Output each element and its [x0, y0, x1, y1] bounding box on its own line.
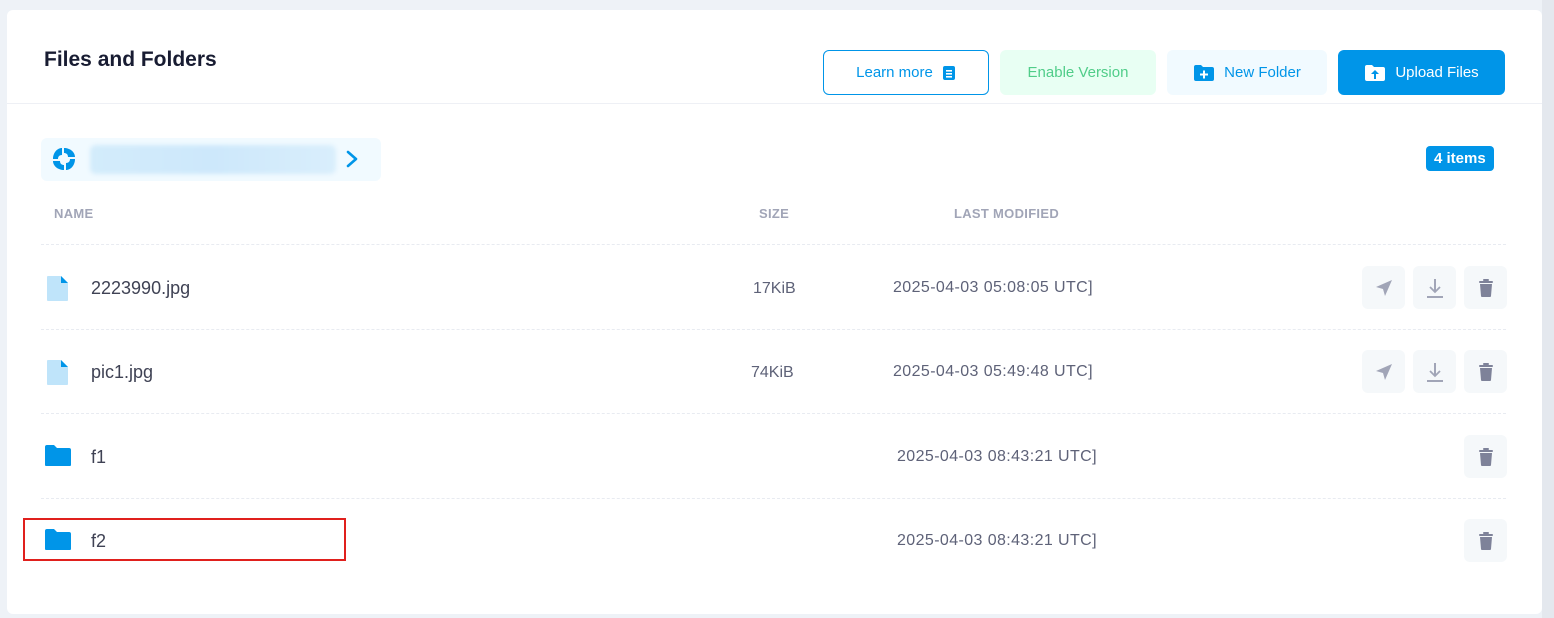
file-modified: 2025-04-03 05:08:05 UTC] [893, 279, 1093, 296]
learn-more-label: Learn more [856, 64, 933, 81]
card-header: Files and Folders Learn more Enable Vers… [7, 10, 1542, 104]
breadcrumb[interactable] [41, 138, 381, 181]
send-icon [1375, 363, 1392, 380]
folder-upload-icon [1365, 64, 1386, 81]
item-count-badge: 4 items [1426, 146, 1494, 171]
learn-more-button[interactable]: Learn more [823, 50, 989, 95]
table-row[interactable]: 2223990.jpg 17KiB 2025-04-03 05:08:05 UT… [41, 244, 1507, 329]
send-icon [1375, 279, 1392, 296]
table-row[interactable]: pic1.jpg 74KiB 2025-04-03 05:49:48 UTC] [41, 329, 1507, 414]
share-button[interactable] [1362, 350, 1405, 393]
trash-icon [1478, 447, 1493, 466]
file-icon [47, 276, 68, 301]
folder-modified: 2025-04-03 08:43:21 UTC] [897, 448, 1097, 465]
file-size: 17KiB [753, 280, 796, 297]
delete-button[interactable] [1464, 435, 1507, 478]
delete-button[interactable] [1464, 350, 1507, 393]
file-icon [47, 360, 68, 385]
table-row[interactable]: f1 2025-04-03 08:43:21 UTC] [41, 413, 1507, 498]
column-header-size: SIZE [759, 206, 790, 221]
trash-icon [1478, 531, 1493, 550]
new-folder-label: New Folder [1224, 64, 1301, 81]
upload-files-button[interactable]: Upload Files [1338, 50, 1505, 95]
folder-name[interactable]: f1 [91, 447, 106, 468]
trash-icon [1478, 362, 1493, 381]
breadcrumb-path[interactable] [90, 145, 336, 174]
selection-highlight [23, 518, 346, 561]
column-header-last-modified: LAST MODIFIED [954, 206, 1060, 221]
download-icon [1426, 362, 1443, 382]
page-title: Files and Folders [44, 48, 217, 71]
file-name[interactable]: pic1.jpg [91, 362, 153, 383]
upload-files-label: Upload Files [1395, 64, 1479, 81]
new-folder-button[interactable]: New Folder [1167, 50, 1327, 95]
enable-version-label: Enable Version [1027, 64, 1129, 81]
folder-modified: 2025-04-03 08:43:21 UTC] [897, 532, 1097, 549]
file-name[interactable]: 2223990.jpg [91, 278, 190, 299]
column-header-name: NAME [54, 206, 94, 221]
file-modified: 2025-04-03 05:49:48 UTC] [893, 363, 1093, 380]
delete-button[interactable] [1464, 266, 1507, 309]
chevron-right-icon [346, 150, 358, 168]
download-icon [1426, 278, 1443, 298]
folder-icon [45, 445, 71, 466]
share-button[interactable] [1362, 266, 1405, 309]
folder-plus-icon [1194, 64, 1215, 81]
download-button[interactable] [1413, 266, 1456, 309]
bucket-logo-icon [53, 148, 75, 170]
trash-icon [1478, 278, 1493, 297]
delete-button[interactable] [1464, 519, 1507, 562]
page-scrollbar[interactable] [1542, 0, 1554, 618]
download-button[interactable] [1413, 350, 1456, 393]
file-size: 74KiB [751, 364, 794, 381]
document-icon [942, 65, 955, 80]
enable-version-button[interactable]: Enable Version [1000, 50, 1156, 95]
